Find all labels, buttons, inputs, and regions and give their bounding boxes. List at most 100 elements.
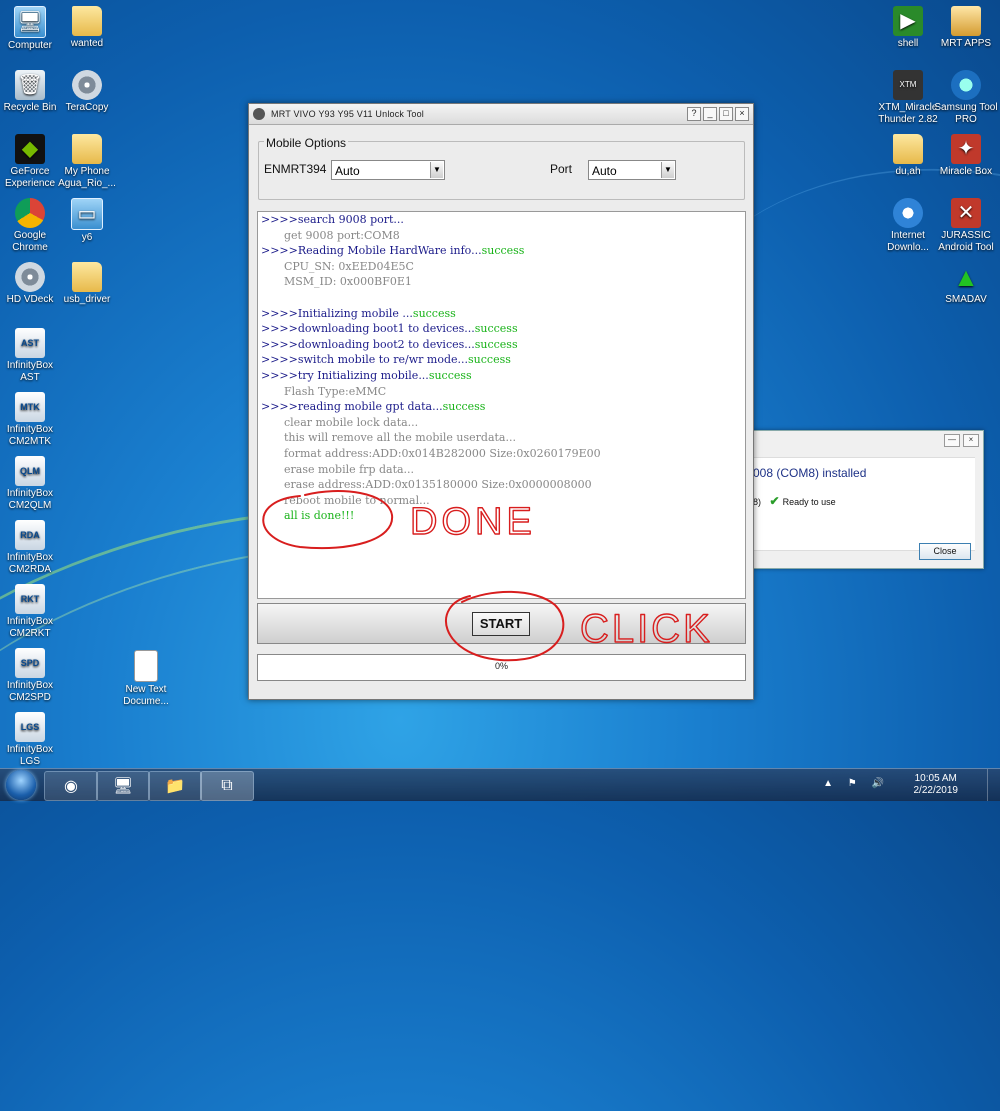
teracopy-icon xyxy=(72,70,102,100)
log-line-status: success xyxy=(481,244,525,258)
unlock-tool-window: MRT VIVO Y93 Y95 V11 Unlock Tool ? _ □ ×… xyxy=(248,103,754,700)
desktop-icon-shell[interactable]: ▶ shell xyxy=(876,6,940,50)
log-line-text: >>>>Initializing mobile ... xyxy=(261,306,413,320)
log-line: erase address:ADD:0x0135180000 Size:0x00… xyxy=(258,477,745,493)
mobile-options-legend: Mobile Options xyxy=(264,136,349,150)
recycle-bin-icon: 🗑 xyxy=(15,70,45,100)
folder-icon xyxy=(72,262,102,292)
log-line: >>>>Reading Mobile HardWare info...succe… xyxy=(258,243,745,259)
log-line-text: format address:ADD:0x014B282000 Size:0x0… xyxy=(284,446,601,460)
computer-icon: 🖥 xyxy=(14,6,46,38)
dialog-status-prefix: 8) xyxy=(753,497,762,507)
help-button[interactable]: ? xyxy=(687,107,701,121)
desktop-icon-smadav[interactable]: ▲ SMADAV xyxy=(934,262,998,306)
taskbar-clock[interactable]: 10:05 AM 2/22/2019 xyxy=(914,773,959,797)
desktop-icon-du-ah[interactable]: du,ah xyxy=(876,134,940,178)
dialog-minimize-button[interactable]: — xyxy=(944,434,960,447)
driver-install-dialog: — × 008 (COM8) installed 8) ✔ Ready to us… xyxy=(752,430,984,569)
log-line-text: reboot mobile to normal... xyxy=(284,493,430,507)
port-select[interactable]: Auto ▼ xyxy=(588,160,676,180)
desktop-icon-geforce[interactable]: ◆ GeForce Experience xyxy=(0,134,62,190)
log-line: >>>>search 9008 port... xyxy=(258,212,745,228)
taskbar-unlock-tool-button[interactable]: ⧉ xyxy=(200,771,254,801)
start-button[interactable]: START xyxy=(472,612,530,636)
system-tray[interactable]: ▲ ⚑ 🔊 xyxy=(823,778,890,789)
mobile-options-group: Mobile Options ENMRT394 Auto ▼ Port Auto… xyxy=(258,136,745,200)
start-orb-icon[interactable] xyxy=(6,770,36,800)
infinitybox-icon: LGS xyxy=(15,712,45,742)
infinitybox-icon: QLM xyxy=(15,456,45,486)
window-titlebar[interactable]: MRT VIVO Y93 Y95 V11 Unlock Tool ? _ □ × xyxy=(249,104,753,125)
desktop-icon-infinitybox-mtk[interactable]: MTK InfinityBox CM2MTK xyxy=(0,392,62,448)
desktop-icon-infinitybox-lgs[interactable]: LGS InfinityBox LGS xyxy=(0,712,62,768)
log-line: reboot mobile to normal... xyxy=(258,493,745,509)
desktop-icon-recycle-bin[interactable]: 🗑 Recycle Bin xyxy=(0,70,62,114)
desktop-icon-hd-vdeck[interactable]: HD VDeck xyxy=(0,262,62,306)
log-line-status: success xyxy=(428,368,472,382)
log-line-text: erase address:ADD:0x0135180000 Size:0x00… xyxy=(284,478,592,492)
desktop-icon-mrt-apps[interactable]: MRT APPS xyxy=(934,6,998,50)
chevron-down-icon[interactable]: ▼ xyxy=(661,162,674,178)
desktop-icon-infinitybox-spd[interactable]: SPD InfinityBox CM2SPD xyxy=(0,648,62,704)
text-document-icon xyxy=(134,650,158,682)
samsung-tool-icon xyxy=(951,70,981,100)
desktop-icon-infinitybox-ast[interactable]: AST InfinityBox AST xyxy=(0,328,62,384)
desktop-icon-new-text-document[interactable]: New Text Docume... xyxy=(114,650,178,708)
desktop-icon-jurassic[interactable]: ✕ JURASSIC Android Tool xyxy=(934,198,998,254)
log-line-status: success xyxy=(468,353,511,367)
log-line: CPU_SN: 0xEED04E5C xyxy=(258,259,745,275)
minimize-button[interactable]: _ xyxy=(703,107,717,121)
desktop-icon-internet-download[interactable]: Internet Downlo... xyxy=(876,198,940,254)
close-button[interactable]: × xyxy=(735,107,749,121)
disc-icon xyxy=(15,262,45,292)
desktop-icon-miracle-box[interactable]: ✦ Miracle Box xyxy=(934,134,998,178)
taskbar-computer-button[interactable]: 🖥 xyxy=(96,771,150,801)
desktop-icon-teracopy[interactable]: TeraCopy xyxy=(55,70,119,114)
dialog-close-x-button[interactable]: × xyxy=(963,434,979,447)
log-line-text: >>>>Reading Mobile HardWare info... xyxy=(261,244,482,258)
miracle-box-icon: ✦ xyxy=(951,134,981,164)
geforce-icon: ◆ xyxy=(15,134,45,164)
taskbar-chrome-button[interactable]: ◉ xyxy=(44,771,98,801)
infinitybox-icon: SPD xyxy=(15,648,45,678)
desktop-icon-infinitybox-rda[interactable]: RDA InfinityBox CM2RDA xyxy=(0,520,62,576)
chrome-icon: ◉ xyxy=(64,778,78,795)
log-line-text: this will remove all the mobile userdata… xyxy=(284,431,516,445)
internet-download-icon xyxy=(893,198,923,228)
log-line-text: CPU_SN: 0xEED04E5C xyxy=(284,259,414,273)
model-select[interactable]: Auto ▼ xyxy=(331,160,445,180)
chevron-down-icon[interactable]: ▼ xyxy=(430,162,443,178)
desktop-icon-infinitybox-rkt[interactable]: RKT InfinityBox CM2RKT xyxy=(0,584,62,640)
maximize-button[interactable]: □ xyxy=(719,107,733,121)
desktop-icon-infinitybox-qlm[interactable]: QLM InfinityBox CM2QLM xyxy=(0,456,62,512)
desktop-icon-samsung-tool[interactable]: Samsung Tool PRO xyxy=(934,70,998,126)
window-icon: ▭ xyxy=(71,198,103,230)
log-line-text: clear mobile lock data... xyxy=(284,415,419,429)
log-line-status: success xyxy=(474,322,518,336)
log-output[interactable]: >>>>search 9008 port... get 9008 port:COM… xyxy=(257,211,746,599)
log-line: MSM_ID: 0x000BF0E1 xyxy=(258,274,745,290)
log-line-status: success xyxy=(474,337,518,351)
infinitybox-icon: RKT xyxy=(15,584,45,614)
log-line-text: >>>>reading mobile gpt data... xyxy=(261,400,443,414)
desktop-icon-xtm[interactable]: XTM XTM_Miracle Thunder 2.82 xyxy=(876,70,940,126)
log-line-text: >>>>try Initializing mobile... xyxy=(261,368,429,382)
taskbar-explorer-button[interactable]: 📁 xyxy=(148,771,202,801)
dialog-close-button[interactable]: Close xyxy=(919,543,971,560)
desktop-icon-wanted[interactable]: wanted xyxy=(55,6,119,50)
infinitybox-icon: RDA xyxy=(15,520,45,550)
checkmark-icon: ✔ xyxy=(769,494,780,508)
desktop-icon-chrome[interactable]: Google Chrome xyxy=(0,198,62,254)
desktop-icon-computer[interactable]: 🖥 Computer xyxy=(0,6,62,52)
start-bar: START xyxy=(257,603,746,644)
log-line-text: MSM_ID: 0x000BF0E1 xyxy=(284,275,412,289)
desktop-icon-y6[interactable]: ▭ y6 xyxy=(55,198,119,244)
smadav-icon: ▲ xyxy=(953,262,979,292)
log-line-status: success xyxy=(442,400,486,414)
log-line: >>>>switch mobile to re/wr mode...succes… xyxy=(258,352,745,368)
desktop-icon-my-phone[interactable]: My Phone Agua_Rio_... xyxy=(55,134,119,190)
folder-icon: 📁 xyxy=(165,778,185,795)
desktop-icon-usb-driver[interactable]: usb_driver xyxy=(55,262,119,306)
show-desktop-button[interactable] xyxy=(987,769,1000,801)
